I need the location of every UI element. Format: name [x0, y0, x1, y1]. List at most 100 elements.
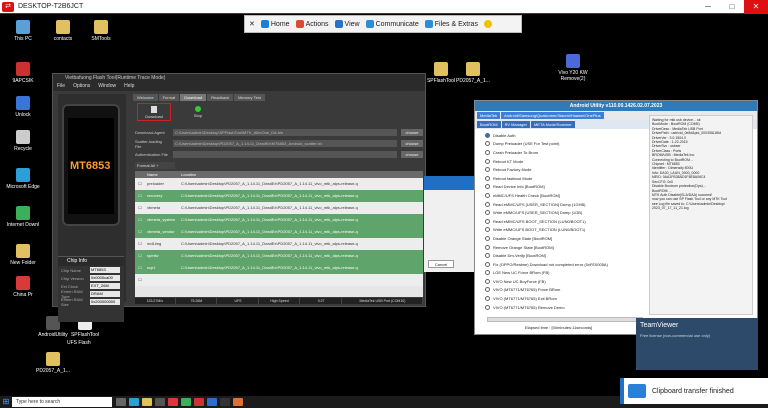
tab-memory-test[interactable]: Memory Test	[234, 94, 265, 101]
app-icon[interactable]	[181, 398, 191, 406]
toolbar-communicate[interactable]: Communicate	[365, 20, 419, 28]
radio-button[interactable]	[485, 141, 490, 147]
radio-button[interactable]	[485, 227, 490, 233]
operation-option[interactable]: VIVO (MT6771/MT6765) Force BRom	[485, 286, 640, 295]
operation-option[interactable]: Reboot KT Mode	[485, 157, 640, 166]
row-checkbox[interactable]: ☐	[135, 226, 145, 238]
tab-bootrom[interactable]: BootROM	[477, 121, 501, 128]
row-checkbox[interactable]: ☐	[135, 178, 145, 190]
table-row[interactable]: ☐ vbmeta_system C:\Users\admin\Desktop\PD2…	[135, 214, 423, 226]
chip-info-header[interactable]: Chip Info	[58, 257, 124, 266]
start-button[interactable]: ⊞	[0, 396, 12, 408]
app-icon[interactable]	[220, 398, 230, 406]
close-button[interactable]: ✕	[744, 0, 768, 14]
tab-readback[interactable]: Readback	[207, 94, 234, 101]
operation-option[interactable]: Dump Preloader (USE For Test point)	[485, 140, 640, 149]
radio-button[interactable]	[485, 304, 490, 310]
tab-meta-mode[interactable]: META Mode/Scanner	[530, 121, 575, 128]
desktop-icon[interactable]: PD2057_A_1...	[456, 62, 490, 84]
edge-icon[interactable]	[129, 398, 139, 406]
table-row[interactable]: ☐ scp1 C:\Users\admin\Desktop\PD2057_A_1.1…	[135, 262, 423, 274]
operation-option[interactable]: Read Device Info [BootROM]	[485, 183, 640, 192]
radio-button[interactable]	[485, 167, 490, 173]
ufs-flash-label[interactable]: UFS Flash	[58, 340, 91, 346]
desktop-icon[interactable]: New Folder	[6, 244, 40, 266]
operation-option[interactable]: Remove Orange State [BootROM]	[485, 243, 640, 252]
row-checkbox[interactable]: ☐	[135, 274, 145, 286]
radio-button[interactable]	[485, 296, 490, 302]
radio-button[interactable]	[485, 184, 490, 190]
operation-option[interactable]: VIVO New UC BoyForce (FB)	[485, 277, 640, 286]
desktop-icon[interactable]: Unlock	[6, 96, 40, 118]
toolbar-home[interactable]: Home	[260, 20, 290, 28]
stop-button[interactable]: Stop	[181, 103, 215, 121]
operation-option[interactable]: VIVO (MT6771/MT6765) Exit BRom	[485, 294, 640, 303]
radio-button[interactable]	[485, 218, 490, 224]
desktop-icon[interactable]: Recycle	[6, 130, 40, 152]
row-checkbox[interactable]: ☐	[135, 202, 145, 214]
operation-option[interactable]: LGE New UC Force BRom (FB)	[485, 269, 640, 278]
auth-file-choose-button[interactable]: choose	[401, 151, 423, 158]
table-row[interactable]: ☐ vbmeta_vendor C:\Users\admin\Desktop\PD2…	[135, 226, 423, 238]
radio-button[interactable]	[485, 201, 490, 207]
menu-options[interactable]: Options	[73, 82, 90, 91]
desktop-icon[interactable]: contacts	[46, 20, 80, 42]
tab-format[interactable]: Format	[158, 94, 180, 101]
operation-option[interactable]: Disable Orange State [BootROM]	[485, 234, 640, 243]
menu-file[interactable]: File	[57, 82, 65, 91]
operation-option[interactable]: Fix (OPPO/Realme) Download not completed…	[485, 260, 640, 269]
radio-button[interactable]	[485, 175, 490, 181]
radio-button[interactable]	[485, 253, 490, 259]
toolbar-actions[interactable]: Actions	[295, 20, 329, 28]
operation-option[interactable]: Reboot Factory Mode	[485, 165, 640, 174]
tab-download[interactable]: Download	[180, 94, 207, 101]
tab-mediatek[interactable]: MediaTek	[477, 112, 501, 119]
table-row[interactable]: ☐ preloader C:\Users\admin\Desktop\PD2057_…	[135, 178, 423, 190]
operation-option[interactable]: Write eMMC/UFS BOOT_SECTION (LUN0/BOOT1)	[485, 226, 640, 235]
operation-option[interactable]: Disable Auth	[485, 131, 640, 140]
row-checkbox[interactable]: ☐	[135, 262, 145, 274]
radio-button[interactable]	[485, 270, 490, 276]
smiley-icon[interactable]	[483, 20, 492, 28]
desktop-icon[interactable]: Vivo Y20 KW Remove(2)	[556, 54, 590, 82]
download-agent-field[interactable]: C:\Users\admin\Desktop\SPFlashTool\MTK_A…	[173, 129, 397, 136]
minimize-button[interactable]: ─	[696, 0, 720, 14]
toolbar-view[interactable]: View	[334, 20, 360, 28]
tab-welcome[interactable]: Welcome	[133, 94, 158, 101]
chrome-icon[interactable]	[168, 398, 178, 406]
download-agent-choose-button[interactable]: choose	[401, 129, 423, 136]
scatter-file-choose-button[interactable]: choose	[401, 140, 423, 147]
radio-button[interactable]	[485, 278, 490, 284]
tab-others[interactable]: Android/Samsung/Qualcomm/Xiaomi/Huawei/O…	[501, 112, 604, 119]
operation-option[interactable]: Disable Dm-Verity [BootROM]	[485, 251, 640, 260]
radio-button[interactable]	[485, 287, 490, 293]
operation-option[interactable]: Reboot fastboot Mode	[485, 174, 640, 183]
operation-option[interactable]: eMMC/UFS Health Check [BootROM]	[485, 191, 640, 200]
radio-button[interactable]	[485, 244, 490, 250]
operation-option[interactable]: Read eMMC/UFS BOOT_SECTION (LUN0/BOOT1)	[485, 217, 640, 226]
maximize-button[interactable]: □	[720, 0, 744, 14]
radio-button[interactable]	[485, 158, 490, 164]
desktop-icon[interactable]: 9APCSIK	[6, 62, 40, 84]
table-row[interactable]: ☐ vbmeta C:\Users\admin\Desktop\PD2057_A_1…	[135, 202, 423, 214]
menu-help[interactable]: Help	[124, 82, 134, 91]
table-row[interactable]: ☐	[135, 274, 423, 286]
desktop-icon[interactable]: Internet Downl	[6, 206, 40, 228]
table-row[interactable]: ☐ recovery C:\Users\admin\Desktop\PD2057_A…	[135, 190, 423, 202]
radio-button[interactable]	[485, 261, 490, 267]
store-icon[interactable]	[155, 398, 165, 406]
operation-option[interactable]: Write eMMC/UFS [USER_SECTION] Dump (1GB)	[485, 208, 640, 217]
operation-option[interactable]: Read eMMC/UFS [USER_SECTION] Dump (1GHB)	[485, 200, 640, 209]
desktop-icon[interactable]: PD2057_A_1...	[36, 352, 70, 374]
desktop-icon[interactable]: China Pr	[6, 276, 40, 298]
format-mode-select[interactable]: Format All + Download	[135, 162, 175, 175]
cancel-button[interactable]: Cancel	[428, 260, 454, 268]
task-view-icon[interactable]	[116, 398, 126, 406]
auth-file-field[interactable]	[173, 151, 397, 158]
row-checkbox[interactable]: ☐	[135, 238, 145, 250]
radio-button[interactable]	[485, 192, 490, 198]
table-row[interactable]: ☐ md1img C:\Users\admin\Desktop\PD2057_A_1…	[135, 238, 423, 250]
clipboard-toast[interactable]: Clipboard transfer finished	[620, 378, 768, 404]
radio-button[interactable]	[485, 149, 490, 155]
toolbar-close-button[interactable]: ✕	[249, 20, 255, 28]
